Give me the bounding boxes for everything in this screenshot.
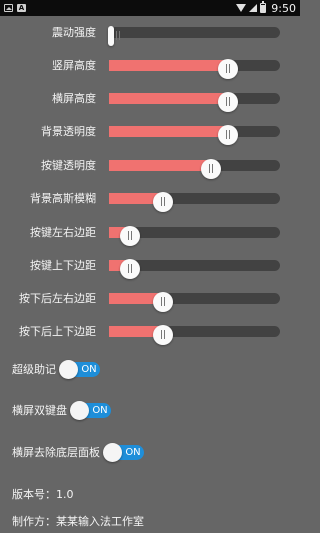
landscape-dual-keyboard-toggle[interactable]: ON	[70, 400, 111, 420]
status-bar: A 9:50	[0, 0, 300, 16]
toggle-state: ON	[81, 363, 97, 375]
background-opacity-slider[interactable]	[109, 125, 280, 145]
key-opacity-slider[interactable]	[109, 159, 280, 179]
status-time: 9:50	[271, 1, 296, 15]
version-text: 版本号：1.0	[12, 488, 74, 501]
slider-thumb[interactable]	[108, 26, 120, 46]
toggle-knob	[70, 400, 89, 420]
slider-label: 按键左右边距	[30, 226, 96, 239]
slider-label: 背景高斯模糊	[30, 192, 96, 205]
vibration-slider[interactable]	[108, 26, 280, 46]
a-icon: A	[17, 4, 26, 12]
slider-thumb[interactable]	[152, 192, 173, 212]
slider-fill	[109, 160, 212, 171]
slider-label: 按键上下边距	[30, 259, 96, 272]
slider-row-vibration: 震动强度	[0, 24, 300, 46]
toggle-row-super-mnemonic: 超级助记 ON	[12, 358, 100, 380]
battery-icon	[260, 1, 267, 13]
wifi-icon	[236, 4, 247, 12]
slider-row-key-hmargin: 按键左右边距	[0, 224, 300, 246]
slider-row-pressed-vmargin: 按下后上下边距	[0, 323, 300, 345]
toggle-label: 超级助记	[12, 363, 56, 376]
slider-row-portrait-height: 竖屏高度	[0, 57, 300, 79]
pressed-vertical-margin-slider[interactable]	[109, 325, 280, 345]
slider-row-pressed-hmargin: 按下后左右边距	[0, 290, 300, 312]
slider-row-bg-opacity: 背景透明度	[0, 123, 300, 145]
slider-label: 按下后左右边距	[19, 292, 96, 305]
slider-row-bg-blur: 背景高斯模糊	[0, 190, 300, 212]
toggle-state: ON	[125, 446, 141, 458]
slider-row-landscape-height: 横屏高度	[0, 90, 300, 112]
super-mnemonic-toggle[interactable]: ON	[59, 359, 100, 379]
slider-label: 竖屏高度	[52, 59, 96, 72]
landscape-remove-panel-toggle[interactable]: ON	[103, 442, 144, 462]
slider-fill	[109, 126, 228, 137]
slider-thumb[interactable]	[217, 125, 238, 145]
toggle-row-remove-panel: 横屏去除底层面板 ON	[12, 441, 144, 463]
slider-thumb[interactable]	[119, 226, 140, 246]
toggle-label: 横屏去除底层面板	[12, 446, 100, 459]
slider-thumb[interactable]	[119, 259, 140, 279]
slider-label: 背景透明度	[41, 125, 96, 138]
slider-row-key-vmargin: 按键上下边距	[0, 257, 300, 279]
toggle-knob	[59, 359, 78, 379]
toggle-state: ON	[92, 404, 108, 416]
slider-thumb[interactable]	[152, 292, 173, 312]
slider-label: 按下后上下边距	[19, 325, 96, 338]
toggle-label: 横屏双键盘	[12, 404, 67, 417]
slider-thumb[interactable]	[217, 59, 238, 79]
background-blur-slider[interactable]	[109, 192, 280, 212]
signal-icon	[249, 4, 258, 12]
key-horizontal-margin-slider[interactable]	[109, 226, 280, 246]
slider-thumb[interactable]	[217, 92, 238, 112]
pressed-horizontal-margin-slider[interactable]	[109, 292, 280, 312]
slider-thumb[interactable]	[152, 325, 173, 345]
slider-label: 震动强度	[52, 26, 96, 39]
landscape-height-slider[interactable]	[109, 92, 280, 112]
slider-thumb[interactable]	[201, 159, 222, 179]
slider-row-key-opacity: 按键透明度	[0, 157, 300, 179]
photo-icon	[4, 4, 13, 12]
status-icons: 9:50	[236, 1, 296, 15]
key-vertical-margin-slider[interactable]	[109, 259, 280, 279]
portrait-height-slider[interactable]	[109, 59, 280, 79]
toggle-row-dual-keyboard: 横屏双键盘 ON	[12, 399, 111, 421]
slider-fill	[109, 93, 228, 104]
toggle-knob	[103, 442, 122, 462]
maker-text: 制作方：某某输入法工作室	[12, 515, 144, 528]
slider-fill	[109, 60, 228, 71]
slider-label: 横屏高度	[52, 92, 96, 105]
slider-label: 按键透明度	[41, 159, 96, 172]
